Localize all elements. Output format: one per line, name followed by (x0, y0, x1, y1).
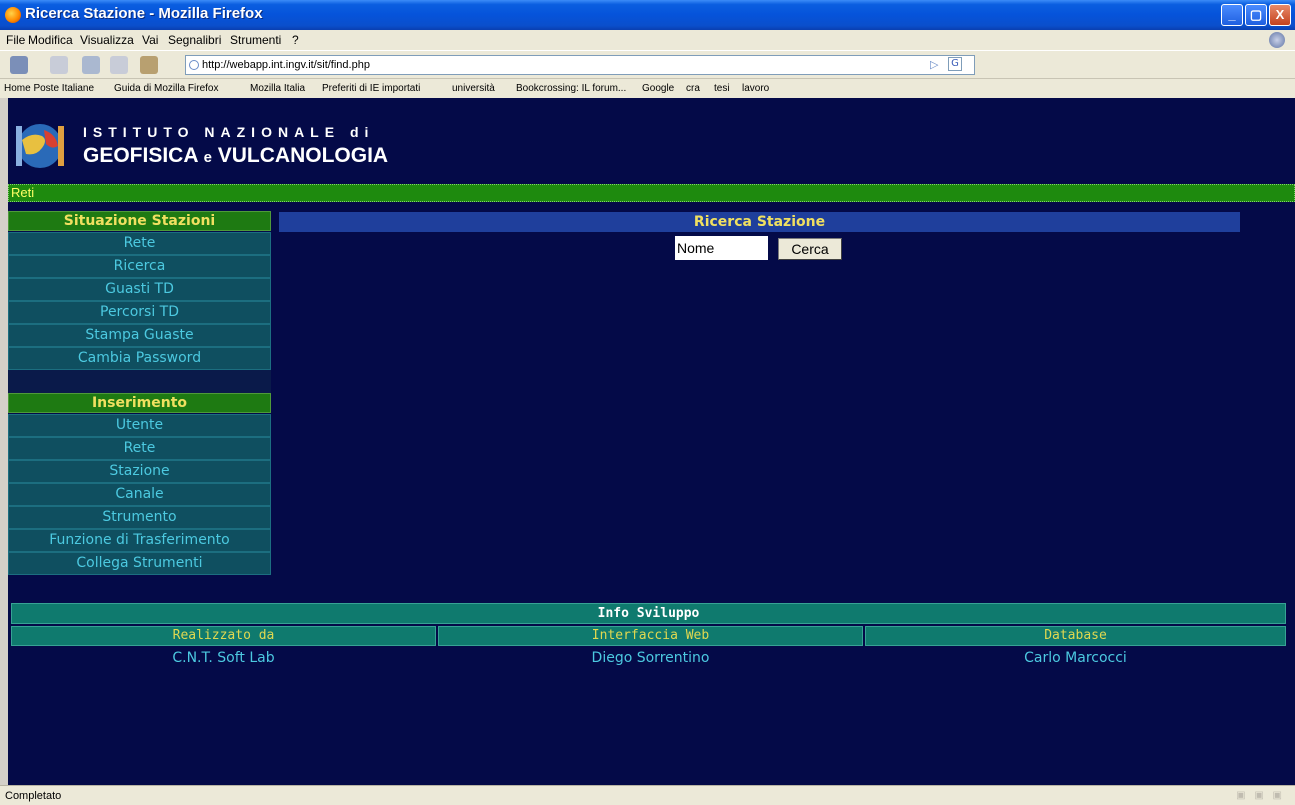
search-name-input[interactable] (675, 236, 768, 260)
menu-header-inserimento: Inserimento (8, 393, 271, 413)
ingv-logo: ISTITUTO NAZIONALE di GEOFISICA e VULCAN… (8, 98, 508, 180)
menu-vai[interactable]: Vai (142, 33, 158, 47)
section-bar-reti[interactable]: Reti (8, 184, 1295, 202)
bookmarks-toolbar: Home Poste Italiane Guida di Mozilla Fir… (0, 78, 1295, 98)
menu-modifica[interactable]: Modifica (28, 33, 73, 47)
menu-bar: File Modifica Visualizza Vai Segnalibri … (0, 30, 1295, 50)
menu-item-guasti-td[interactable]: Guasti TD (8, 278, 271, 301)
search-button[interactable]: Cerca (778, 238, 842, 260)
globe-logo-icon (16, 124, 64, 168)
menu-strumenti[interactable]: Strumenti (230, 33, 281, 47)
logo-geofisica: GEOFISICA (83, 144, 204, 167)
url-text: http://webapp.int.ingv.it/sit/find.php (202, 59, 370, 71)
firefox-icon (5, 7, 21, 23)
menu-item-stampa-guaste[interactable]: Stampa Guaste (8, 324, 271, 347)
status-icons: ▣ ▣ ▣ (1236, 790, 1285, 801)
bookmark-bookcrossing[interactable]: Bookcrossing: IL forum... (516, 83, 626, 94)
bookmark-lavoro[interactable]: lavoro (742, 83, 769, 94)
info-value-interfaccia: Diego Sorrentino (591, 650, 710, 666)
page-icon (189, 60, 199, 70)
reload-icon[interactable] (82, 56, 100, 74)
menu-item-strumento[interactable]: Strumento (8, 506, 271, 529)
navigation-toolbar: http://webapp.int.ingv.it/sit/find.php ▷… (0, 50, 1295, 78)
menu-item-rete-ins[interactable]: Rete (8, 437, 271, 460)
menu-item-rete[interactable]: Rete (8, 232, 271, 255)
bookmark-google[interactable]: Google (642, 83, 674, 94)
info-value-realizzato: C.N.T. Soft Lab (172, 650, 275, 666)
bookmark-preferiti-ie[interactable]: Preferiti di IE importati (322, 83, 420, 94)
bookmark-home-poste[interactable]: Home Poste Italiane (4, 83, 94, 94)
info-value-database: Carlo Marcocci (1024, 650, 1127, 666)
bookmark-cra[interactable]: cra (686, 83, 700, 94)
menu-visualizza[interactable]: Visualizza (80, 33, 134, 47)
bookmark-tesi[interactable]: tesi (714, 83, 730, 94)
window-title: Ricerca Stazione - Mozilla Firefox (25, 5, 263, 22)
maximize-button[interactable]: ▢ (1245, 4, 1267, 26)
bookmark-guida-firefox[interactable]: Guida di Mozilla Firefox (114, 83, 218, 94)
info-header-database: Database (865, 626, 1286, 646)
logo-line-1: ISTITUTO NAZIONALE di (83, 124, 375, 140)
logo-line-2: GEOFISICA e VULCANOLOGIA (83, 144, 388, 168)
home-icon[interactable] (140, 56, 158, 74)
menu-item-utente[interactable]: Utente (8, 414, 271, 437)
forward-icon[interactable] (50, 56, 68, 74)
menu-item-funzione-trasferimento[interactable]: Funzione di Trasferimento (8, 529, 271, 552)
page-content: ISTITUTO NAZIONALE di GEOFISICA e VULCAN… (8, 98, 1295, 785)
status-bar: Completato ▣ ▣ ▣ (0, 785, 1295, 805)
bookmark-mozilla-italia[interactable]: Mozilla Italia (250, 83, 305, 94)
info-sviluppo-title: Info Sviluppo (11, 603, 1286, 624)
menu-item-stazione[interactable]: Stazione (8, 460, 271, 483)
menu-item-ricerca[interactable]: Ricerca (8, 255, 271, 278)
go-button[interactable]: ▷ (930, 58, 938, 71)
window-titlebar[interactable]: Ricerca Stazione - Mozilla Firefox _ ▢ X (0, 0, 1295, 30)
minimize-button[interactable]: _ (1221, 4, 1243, 26)
status-text: Completato (5, 790, 62, 802)
search-engine-icon[interactable]: G (948, 57, 962, 71)
info-header-realizzato: Realizzato da (11, 626, 436, 646)
bookmark-universita[interactable]: università (452, 83, 495, 94)
menu-segnalibri[interactable]: Segnalibri (168, 33, 221, 47)
menu-item-cambia-password[interactable]: Cambia Password (8, 347, 271, 370)
menu-file[interactable]: File (6, 33, 25, 47)
menu-help[interactable]: ? (292, 33, 299, 47)
stop-icon[interactable] (110, 56, 128, 74)
url-input[interactable]: http://webapp.int.ingv.it/sit/find.php (185, 55, 975, 75)
menu-item-collega-strumenti[interactable]: Collega Strumenti (8, 552, 271, 575)
close-button[interactable]: X (1269, 4, 1291, 26)
back-icon[interactable] (10, 56, 28, 74)
info-header-interfaccia: Interfaccia Web (438, 626, 863, 646)
search-title: Ricerca Stazione (279, 212, 1240, 232)
logo-e: e (203, 149, 212, 166)
menu-spacer (8, 370, 271, 393)
menu-item-percorsi-td[interactable]: Percorsi TD (8, 301, 271, 324)
logo-vulcanologia: VULCANOLOGIA (211, 144, 389, 167)
menu-item-canale[interactable]: Canale (8, 483, 271, 506)
throbber-icon (1269, 32, 1285, 48)
menu-header-situazione: Situazione Stazioni (8, 211, 271, 231)
